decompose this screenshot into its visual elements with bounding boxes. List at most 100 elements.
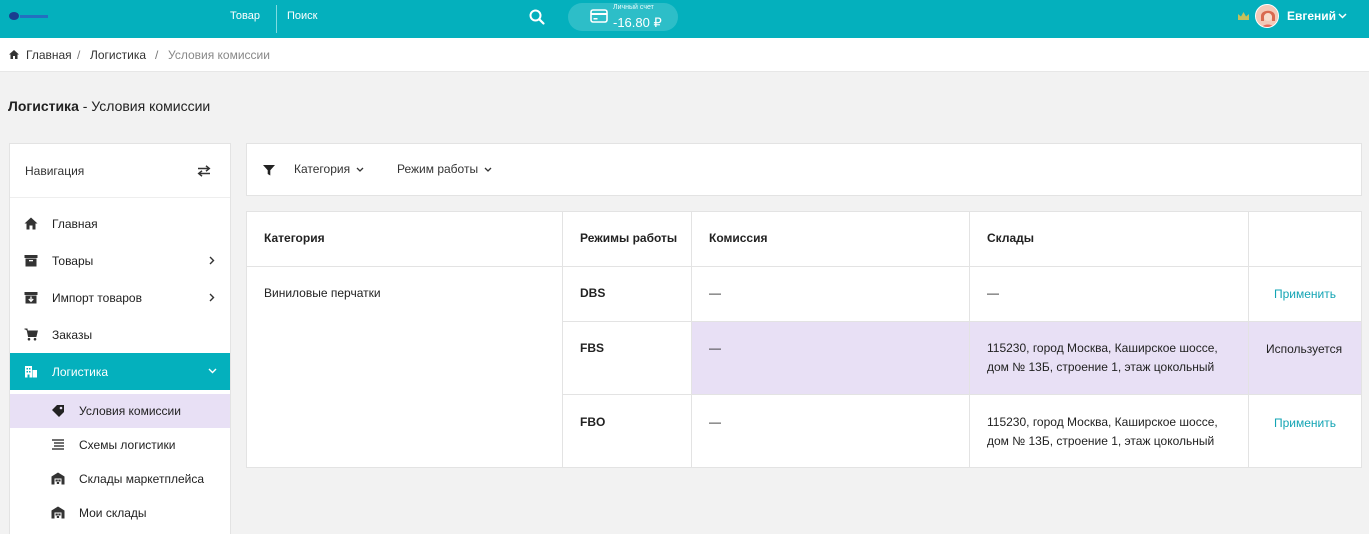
sidebar-item-label: Логистика — [52, 365, 109, 379]
table-header-cell: Режимы работы — [563, 212, 692, 267]
filter-mode-dropdown[interactable]: Режим работы — [397, 162, 492, 176]
sidebar-subitem-label: Схемы логистики — [79, 438, 176, 452]
warehouse-value: 115230, город Москва, Каширское шоссе, — [987, 341, 1218, 355]
sidebar-item-import[interactable]: Импорт товаров — [10, 279, 230, 316]
account-label: Личный счет — [613, 4, 654, 11]
chevron-down-icon — [208, 368, 217, 374]
warehouse-value: дом № 13Б, строение 1, этаж цокольный — [987, 434, 1215, 448]
swap-icon[interactable] — [197, 165, 211, 177]
sidebar-item-label: Импорт товаров — [52, 291, 142, 305]
chevron-down-icon — [356, 167, 364, 172]
breadcrumb-current: Условия комиссии — [168, 48, 270, 62]
sidebar-subitem-logistics-schemes[interactable]: Схемы логистики — [10, 428, 230, 462]
sidebar-subitem-label: Склады маркетплейса — [79, 472, 204, 486]
sidebar-item-logistics[interactable]: Логистика — [10, 353, 230, 390]
credit-card-icon — [590, 9, 608, 23]
page-title-section: Логистика — [8, 98, 79, 114]
table-header-cell: Категория — [247, 212, 563, 267]
sidebar-item-home[interactable]: Главная — [10, 205, 230, 242]
top-bar: Товар Поиск Личный счет -16.80 ₽ Евгений — [0, 0, 1369, 38]
page-title-rest: - Условия комиссии — [78, 98, 211, 114]
avatar[interactable] — [1255, 4, 1279, 28]
warehouse-cell: 115230, город Москва, Каширское шоссе, д… — [970, 322, 1249, 395]
chevron-right-icon — [209, 256, 215, 265]
account-balance[interactable]: Личный счет -16.80 ₽ — [568, 3, 678, 31]
filter-mode-label: Режим работы — [397, 162, 479, 176]
crown-icon — [1238, 12, 1249, 20]
table-row-fbo: FBO — [563, 395, 692, 467]
cart-icon — [24, 328, 38, 341]
category-name: Виниловые перчатки — [264, 286, 381, 300]
commission-value: — — [709, 415, 721, 429]
commission-cell: — — [692, 267, 970, 322]
sidebar-subitem-label: Мои склады — [79, 506, 147, 520]
warehouse-cell: 115230, город Москва, Каширское шоссе, д… — [970, 395, 1249, 467]
commission-value: — — [709, 286, 721, 300]
sidebar-subitem-commission[interactable]: Условия комиссии — [10, 394, 230, 428]
sidebar-subitem-my-warehouses[interactable]: Мои склады — [10, 496, 230, 530]
table-header-cell — [1249, 212, 1361, 267]
sidebar-item-label: Главная — [52, 217, 98, 231]
table-row-dbs: DBS — [563, 267, 692, 322]
in-use-status: Используется — [1266, 342, 1343, 356]
breadcrumb-logistics[interactable]: Логистика — [90, 48, 146, 62]
table-header-cell: Комиссия — [692, 212, 970, 267]
filter-category-label: Категория — [294, 162, 351, 176]
column-header: Режимы работы — [580, 231, 678, 245]
column-header: Категория — [264, 231, 325, 245]
sidebar-item-label: Заказы — [52, 328, 93, 342]
home-icon — [24, 217, 38, 230]
nav-search[interactable]: Поиск — [287, 0, 317, 38]
page-title: Логистика - Условия комиссии — [8, 98, 210, 114]
apply-button[interactable]: Применить — [1274, 416, 1336, 430]
commission-table: Категория Режимы работы Комиссия Склады … — [246, 211, 1362, 468]
breadcrumb-separator: / — [155, 48, 159, 62]
breadcrumb-separator: / — [77, 48, 81, 62]
filter-bar: Категория Режим работы — [246, 143, 1362, 196]
chevron-down-icon — [484, 167, 492, 172]
breadcrumb-home[interactable]: Главная — [26, 48, 72, 62]
sidebar-item-orders[interactable]: Заказы — [10, 316, 230, 353]
mode-value: FBS — [580, 341, 604, 355]
search-icon[interactable] — [528, 8, 546, 26]
nav-product[interactable]: Товар — [230, 0, 260, 38]
sidebar-subitem-marketplace-warehouses[interactable]: Склады маркетплейса — [10, 462, 230, 496]
commission-value: — — [709, 341, 721, 355]
chevron-right-icon — [209, 293, 215, 302]
mode-value: FBO — [580, 415, 606, 429]
filter-category-dropdown[interactable]: Категория — [294, 162, 364, 176]
warehouse-value: 115230, город Москва, Каширское шоссе, — [987, 415, 1218, 429]
chevron-down-icon[interactable] — [1338, 13, 1347, 19]
sidebar-item-products[interactable]: Товары — [10, 242, 230, 279]
warehouse-value: дом № 13Б, строение 1, этаж цокольный — [987, 360, 1215, 374]
category-cell: Виниловые перчатки — [247, 267, 563, 467]
column-header: Склады — [987, 231, 1034, 245]
table-header-cell: Склады — [970, 212, 1249, 267]
sidebar-title: Навигация — [25, 164, 85, 178]
action-cell: Применить — [1249, 395, 1361, 467]
account-value: -16.80 ₽ — [613, 15, 662, 30]
commission-cell: — — [692, 322, 970, 395]
user-name[interactable]: Евгений — [1287, 0, 1336, 38]
building-icon — [25, 366, 37, 378]
sidebar-header: Навигация — [10, 144, 230, 198]
import-icon — [24, 292, 38, 304]
home-icon — [9, 50, 19, 59]
logo[interactable] — [8, 10, 50, 24]
mode-value: DBS — [580, 286, 606, 300]
tag-icon — [52, 405, 64, 417]
breadcrumb: Главная / Логистика / Условия комиссии — [0, 38, 1369, 72]
apply-button[interactable]: Применить — [1274, 287, 1336, 301]
sidebar-item-label: Товары — [52, 254, 94, 268]
action-cell: Применить — [1249, 267, 1361, 322]
commission-cell: — — [692, 395, 970, 467]
nav-divider — [276, 5, 277, 33]
list-icon — [52, 439, 64, 450]
warehouse-value: — — [987, 286, 999, 300]
filter-icon — [263, 165, 275, 176]
warehouse-icon — [51, 472, 65, 485]
warehouse-icon — [51, 506, 65, 519]
action-cell: Используется — [1249, 322, 1361, 395]
warehouse-cell: — — [970, 267, 1249, 322]
column-header: Комиссия — [709, 231, 768, 245]
